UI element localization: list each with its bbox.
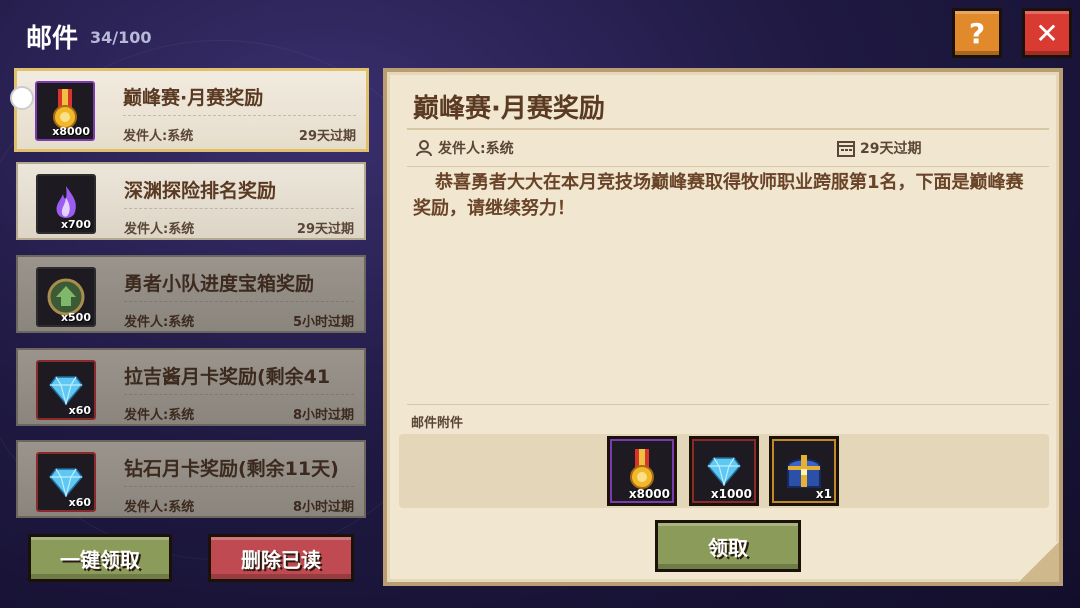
divider bbox=[124, 394, 354, 395]
divider bbox=[407, 128, 1049, 130]
mail-item[interactable]: x700 深渊探险排名奖励 发件人:系统 29天过期 bbox=[16, 162, 366, 240]
mail-title: 勇者小队进度宝箱奖励 bbox=[124, 273, 315, 295]
mail-item[interactable]: x60 拉吉酱月卡奖励(剩余41 发件人:系统 8小时过期 bbox=[16, 348, 366, 426]
mail-item[interactable]: x60 钻石月卡奖励(剩余11天) 发件人:系统 8小时过期 bbox=[16, 440, 366, 518]
claim-label: 领取 bbox=[708, 535, 748, 560]
close-icon: ✕ bbox=[1035, 16, 1059, 50]
mail-detail-panel: 巅峰赛·月赛奖励 发件人:系统 29天过期 恭喜勇者大大在本月竞技场巅峰赛取得牧… bbox=[383, 68, 1063, 586]
divider bbox=[124, 486, 354, 487]
attachments-label: 邮件附件 bbox=[411, 416, 464, 431]
attachment-qty: x8000 bbox=[628, 487, 670, 501]
mail-title: 深渊探险排名奖励 bbox=[124, 180, 277, 202]
mail-expire: 29天过期 bbox=[298, 129, 356, 144]
attachment-qty: x1000 bbox=[710, 487, 752, 501]
claim-all-label: 一键领取 bbox=[60, 547, 140, 572]
mail-item[interactable]: x8000 巅峰赛·月赛奖励 发件人:系统 29天过期 bbox=[14, 68, 369, 152]
mail-qty: x700 bbox=[60, 218, 91, 231]
mail-sender: 发件人:系统 bbox=[124, 500, 195, 515]
mail-expire: 29天过期 bbox=[296, 222, 354, 237]
mail-qty: x8000 bbox=[52, 125, 90, 138]
divider bbox=[407, 404, 1049, 405]
attachments-area: x8000 x1000 x1 bbox=[399, 434, 1049, 508]
calendar-icon bbox=[837, 141, 855, 157]
page-corner-fold bbox=[1019, 542, 1059, 582]
mail-title: 钻石月卡奖励(剩余11天) bbox=[124, 458, 339, 480]
mail-body-text: 恭喜勇者大大在本月竞技场巅峰赛取得牧师职业跨服第1名，下面是巅峰赛奖励，请继续努… bbox=[413, 172, 1024, 219]
detail-expire: 29天过期 bbox=[860, 141, 922, 157]
selection-indicator bbox=[10, 86, 34, 110]
mail-sender: 发件人:系统 bbox=[123, 129, 194, 144]
mail-qty: x500 bbox=[60, 311, 91, 324]
question-icon: ? bbox=[968, 16, 986, 50]
mail-expire: 8小时过期 bbox=[292, 408, 354, 423]
mail-qty: x60 bbox=[68, 496, 91, 509]
divider bbox=[124, 208, 354, 209]
claim-button[interactable]: 领取 bbox=[655, 520, 801, 572]
mail-sender: 发件人:系统 bbox=[124, 222, 195, 237]
diamond-icon: x60 bbox=[36, 360, 96, 420]
mail-expire: 5小时过期 bbox=[292, 315, 354, 330]
delete-read-button[interactable]: 删除已读 bbox=[208, 534, 354, 582]
mail-item[interactable]: x500 勇者小队进度宝箱奖励 发件人:系统 5小时过期 bbox=[16, 255, 366, 333]
medal-icon: x8000 bbox=[35, 81, 95, 141]
page-title: 邮件 bbox=[26, 24, 79, 54]
mail-sender: 发件人:系统 bbox=[124, 408, 195, 423]
purple-flame-icon: x700 bbox=[36, 174, 96, 234]
claim-all-button[interactable]: 一键领取 bbox=[28, 534, 172, 582]
mail-qty: x60 bbox=[68, 404, 91, 417]
delete-read-label: 删除已读 bbox=[241, 547, 321, 572]
mail-title: 拉吉酱月卡奖励(剩余41 bbox=[124, 366, 331, 388]
attachment-chest[interactable]: x1 bbox=[769, 436, 839, 506]
mail-expire: 8小时过期 bbox=[292, 500, 354, 515]
diamond-icon: x60 bbox=[36, 452, 96, 512]
green-emblem-icon: x500 bbox=[36, 267, 96, 327]
detail-title: 巅峰赛·月赛奖励 bbox=[413, 94, 605, 124]
attachment-diamond[interactable]: x1000 bbox=[689, 436, 759, 506]
divider bbox=[407, 166, 1049, 167]
mail-count: 34/100 bbox=[90, 28, 152, 47]
attachment-qty: x1 bbox=[815, 487, 832, 501]
mail-sender: 发件人:系统 bbox=[124, 315, 195, 330]
help-button[interactable]: ? bbox=[952, 8, 1002, 58]
divider bbox=[123, 115, 356, 116]
detail-sender: 发件人:系统 bbox=[438, 141, 514, 157]
close-button[interactable]: ✕ bbox=[1022, 8, 1072, 58]
divider bbox=[124, 301, 354, 302]
sender-icon bbox=[416, 140, 432, 157]
attachment-medal[interactable]: x8000 bbox=[607, 436, 677, 506]
mail-title: 巅峰赛·月赛奖励 bbox=[123, 87, 264, 109]
